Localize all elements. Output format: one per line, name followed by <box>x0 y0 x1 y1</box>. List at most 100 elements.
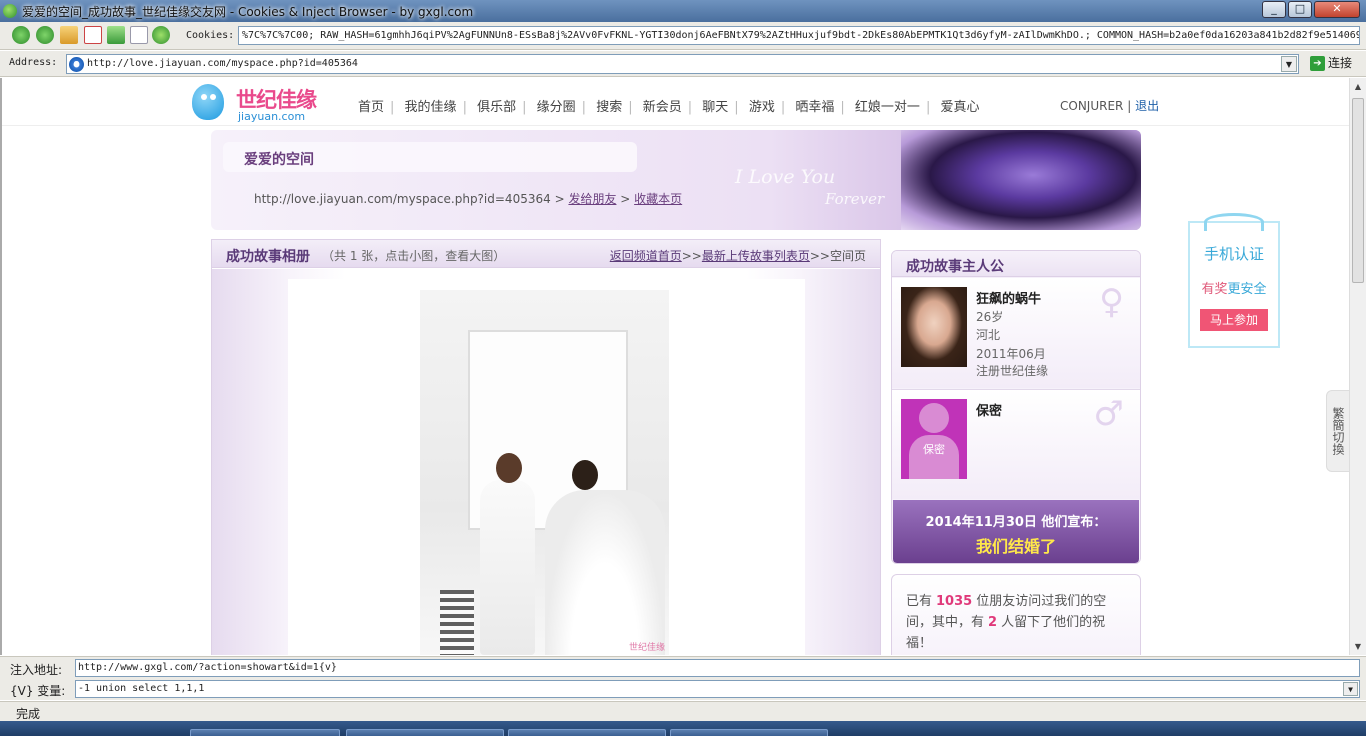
browser-app-icon <box>3 4 17 18</box>
nav-games[interactable]: 游戏 <box>749 100 775 115</box>
address-input[interactable]: http://love.jiayuan.com/myspace.php?id=4… <box>87 58 358 69</box>
globe-icon[interactable] <box>152 26 170 44</box>
nav-happiness[interactable]: 晒幸福 <box>795 100 834 115</box>
nav-new-members[interactable]: 新会员 <box>643 100 682 115</box>
visits-pre: 已有 <box>906 594 933 609</box>
stop-icon[interactable] <box>84 26 102 44</box>
forward-icon[interactable] <box>36 26 54 44</box>
window-title-bar: 爱爱的空间_成功故事_世纪佳缘交友网 - Cookies & Inject Br… <box>0 0 1366 22</box>
scroll-up-icon[interactable]: ▲ <box>1350 78 1366 95</box>
avatar-secret-label: 保密 <box>923 443 945 456</box>
home-icon[interactable] <box>60 26 78 44</box>
scroll-down-icon[interactable]: ▼ <box>1350 638 1366 655</box>
nav-club[interactable]: 俱乐部 <box>477 100 516 115</box>
current-page-label: 空间页 <box>829 249 866 263</box>
address-bar: Address: e http://love.jiayuan.com/myspa… <box>0 51 1366 77</box>
banner-love-text: I Love You <box>735 166 836 188</box>
photo-bride-head <box>572 460 598 490</box>
site-nav: 首页 | 我的佳缘 | 俱乐部 | 缘分圈 | 搜索 | 新会员 | 聊天 | 游戏 | 晒幸福… <box>358 100 980 115</box>
rose-image <box>901 130 1141 230</box>
avatar[interactable] <box>901 287 967 367</box>
taskbar-item[interactable] <box>190 729 340 736</box>
person-age: 26岁 <box>976 310 1004 324</box>
breadcrumb-sep: > <box>550 192 569 206</box>
nav-search[interactable]: 搜索 <box>596 100 622 115</box>
couple-panel: 成功故事主人公 狂飙的蜗牛 26岁 河北 2011年06月 注册世纪佳缘 ♀ 保… <box>891 250 1141 564</box>
nav-chat[interactable]: 聊天 <box>702 100 728 115</box>
close-button[interactable]: ✕ <box>1314 1 1360 18</box>
banner-forever-text: Forever <box>825 190 885 208</box>
browser-toolbar: Cookies: %7C%7C%7C00; RAW_HASH=61gmhhJ6q… <box>0 22 1366 50</box>
connect-button[interactable]: ➔ 连接 <box>1308 54 1352 74</box>
jiayuan-logo[interactable]: 世纪佳缘 jiayuan.com <box>192 84 327 124</box>
taskbar-item[interactable] <box>346 729 504 736</box>
announce-headline: 我们结婚了 <box>975 537 1056 556</box>
back-to-channel-link[interactable]: 返回频道首页 <box>610 249 682 263</box>
vertical-scrollbar[interactable]: ▲ ▼ <box>1349 78 1366 655</box>
variable-bar: {V} 变量: -1 union select 1,1,1 ▼ <box>0 678 1366 700</box>
photo-groom-head <box>496 453 522 483</box>
minimize-button[interactable]: _ <box>1262 1 1286 18</box>
taskbar-item[interactable] <box>508 729 666 736</box>
marriage-announcement: 2014年11月30日 他们宣布： 我们结婚了 <box>893 500 1139 563</box>
breadcrumb-sep: >> <box>681 249 702 263</box>
variable-value: -1 union select 1,1,1 <box>78 683 205 694</box>
nav-my-jiayuan[interactable]: 我的佳缘 <box>405 100 457 115</box>
inject-address-label: 注入地址: <box>10 663 63 677</box>
phone-ad-sub-a: 有奖 <box>1201 282 1228 297</box>
wedding-photo[interactable]: 世纪佳缘 <box>420 290 669 655</box>
phone-verify-ad[interactable]: 手机认证 有奖更安全 马上参加 <box>1188 213 1280 348</box>
user-area: CONJURER | 退出 <box>1060 97 1159 114</box>
person-name[interactable]: 狂飙的蜗牛 <box>976 288 1041 307</box>
page-icon[interactable] <box>130 26 148 44</box>
taskbar-item[interactable] <box>670 729 828 736</box>
avatar-placeholder[interactable]: 保密 <box>901 399 967 479</box>
variable-input[interactable]: -1 union select 1,1,1 ▼ <box>75 680 1360 698</box>
logo-text-en: jiayuan.com <box>238 110 306 123</box>
nav-matchmaker[interactable]: 红娘一对一 <box>855 100 920 115</box>
windows-taskbar <box>0 721 1366 736</box>
send-to-friend-link[interactable]: 发给朋友 <box>568 192 616 206</box>
male-symbol-icon: ♂ <box>1093 394 1124 434</box>
phone-ad-subtitle: 有奖更安全 <box>1190 278 1278 297</box>
refresh-icon[interactable] <box>107 26 125 44</box>
address-box[interactable]: e http://love.jiayuan.com/myspace.php?id… <box>66 54 1299 74</box>
latest-stories-link[interactable]: 最新上传故事列表页 <box>702 249 810 263</box>
couple-title: 成功故事主人公 <box>906 259 1004 275</box>
maximize-button[interactable]: □ <box>1288 1 1312 18</box>
photo-watermark: 世纪佳缘 <box>628 643 665 653</box>
announce-date: 2014年11月30日 他们宣布： <box>925 515 1107 530</box>
logout-link[interactable]: 退出 <box>1135 99 1159 113</box>
status-bar: 完成 <box>0 701 1366 721</box>
inject-address-input[interactable]: http://www.gxgl.com/?action=showart&id=1… <box>75 659 1360 677</box>
cookies-input[interactable]: %7C%7C%7C00; RAW_HASH=61gmhhJ6qiPV%2AgFU… <box>238 26 1360 45</box>
username[interactable]: CONJURER <box>1060 99 1123 113</box>
female-symbol-icon: ♀ <box>1099 282 1124 322</box>
scroll-thumb[interactable] <box>1352 98 1364 283</box>
space-title: 爱爱的空间 <box>244 152 314 168</box>
address-dropdown-icon[interactable]: ▼ <box>1281 56 1297 72</box>
traditional-simplified-toggle[interactable]: 繁簡切換 <box>1326 390 1350 472</box>
cookies-label: Cookies: <box>186 30 235 41</box>
nav-home[interactable]: 首页 <box>358 100 384 115</box>
bookmark-link[interactable]: 收藏本页 <box>634 192 682 206</box>
breadcrumb-sep: >> <box>809 249 830 263</box>
couple-header: 成功故事主人公 <box>892 251 1140 277</box>
go-arrow-icon: ➔ <box>1310 56 1325 71</box>
phone-ad-sub-b: 更安全 <box>1227 282 1267 297</box>
variable-label: {V} 变量: <box>10 684 66 698</box>
person-reg-note: 注册世纪佳缘 <box>976 364 1049 378</box>
nav-true-love[interactable]: 爱真心 <box>940 100 979 115</box>
album-header: 成功故事相册 （共 1 张，点击小图，查看大图） 返回频道首页>>最新上传故事列… <box>212 240 880 268</box>
join-now-button[interactable]: 马上参加 <box>1200 309 1268 331</box>
nav-fate-circle[interactable]: 缘分圈 <box>537 100 576 115</box>
silhouette-head <box>919 403 949 433</box>
back-icon[interactable] <box>12 26 30 44</box>
ie-page-icon: e <box>69 57 84 72</box>
album-title: 成功故事相册 <box>226 249 310 265</box>
inject-address-bar: 注入地址: http://www.gxgl.com/?action=showar… <box>0 656 1366 678</box>
visit-count: 1035 <box>936 594 973 609</box>
header-divider <box>2 125 1366 126</box>
visit-stats: 已有 1035 位朋友访问过我们的空间，其中，有 2 人留下了他们的祝福！ <box>891 574 1141 655</box>
variable-dropdown-icon[interactable]: ▼ <box>1343 682 1358 696</box>
